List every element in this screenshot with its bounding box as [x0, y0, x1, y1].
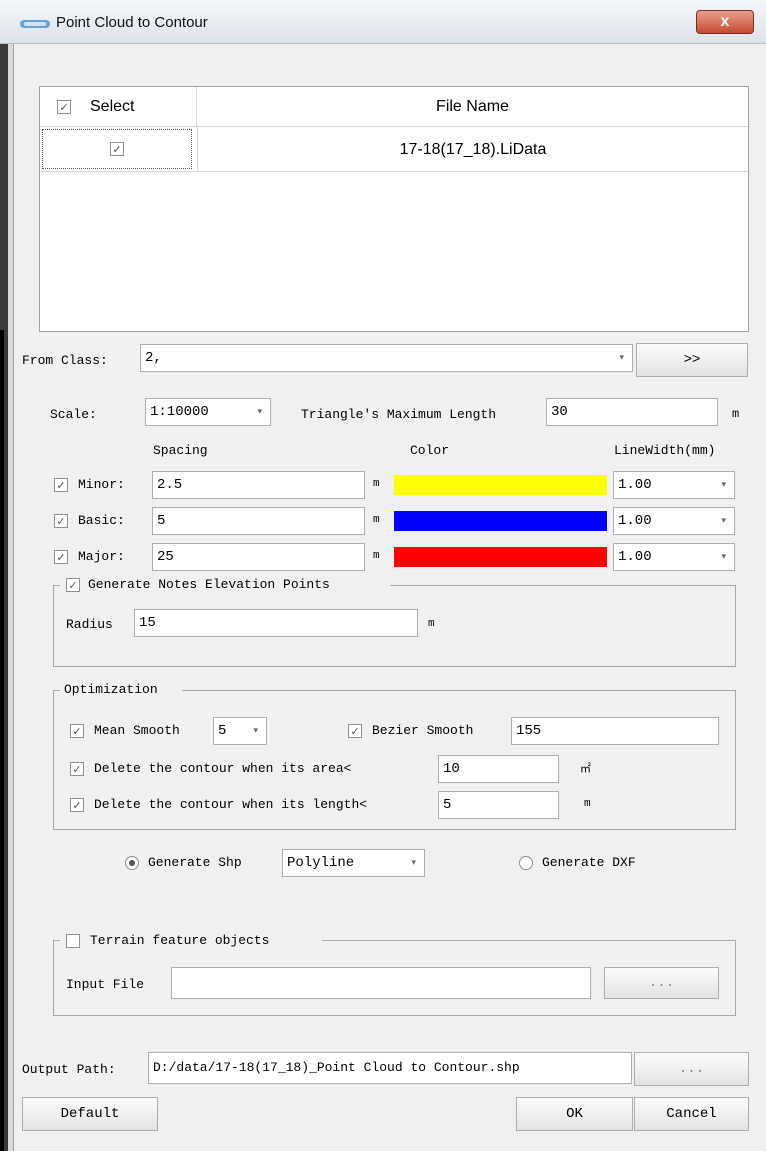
basic-unit: m	[373, 514, 380, 526]
output-path-label: Output Path:	[22, 1062, 116, 1077]
input-file-label: Input File	[66, 977, 145, 992]
default-button[interactable]: Default	[22, 1097, 158, 1131]
input-file-browse-button[interactable]: ...	[604, 967, 719, 999]
chevron-down-icon: ▾	[257, 407, 262, 417]
minor-linewidth-combo[interactable]: 1.00 ▾	[613, 471, 735, 499]
terrain-checkbox[interactable]	[66, 934, 80, 948]
row-select-cell[interactable]: ✓	[42, 129, 192, 169]
radius-label: Radius	[66, 617, 113, 632]
chevron-down-icon: ▾	[721, 480, 726, 490]
scale-label: Scale:	[50, 407, 97, 422]
mean-smooth-combo[interactable]: 5 ▾	[213, 717, 267, 745]
scale-combo[interactable]: 1:10000 ▾	[145, 398, 271, 426]
major-spacing-input[interactable]: 25	[152, 543, 365, 571]
minor-linewidth-value: 1.00	[618, 477, 652, 493]
select-all-checkbox[interactable]: ✓	[57, 100, 71, 114]
bezier-smooth-input[interactable]: 155	[511, 717, 719, 745]
basic-color-swatch[interactable]	[394, 511, 607, 531]
chevron-down-icon: ▾	[411, 858, 416, 868]
major-label: Major:	[78, 549, 125, 564]
generate-shp-label: Generate Shp	[148, 855, 242, 870]
generate-shp-radio[interactable]	[125, 856, 139, 870]
from-class-label: From Class:	[22, 353, 108, 368]
delete-area-label: Delete the contour when its area<	[94, 761, 352, 776]
max-length-unit: m	[732, 407, 740, 421]
row-file-name: 17-18(17_18).LiData	[197, 127, 748, 172]
output-path-input[interactable]: D:/data/17-18(17_18)_Point Cloud to Cont…	[148, 1052, 632, 1084]
major-linewidth-value: 1.00	[618, 549, 652, 565]
from-class-add-button[interactable]: >>	[636, 343, 748, 377]
minor-unit: m	[373, 478, 380, 490]
delete-area-checkbox[interactable]: ✓	[70, 762, 84, 776]
from-class-value: 2,	[145, 350, 162, 366]
output-browse-button[interactable]: ...	[634, 1052, 749, 1086]
window-edge-dark	[0, 330, 4, 1151]
bezier-smooth-checkbox[interactable]: ✓	[348, 724, 362, 738]
mean-smooth-checkbox[interactable]: ✓	[70, 724, 84, 738]
basic-checkbox[interactable]: ✓	[54, 514, 68, 528]
terrain-title: Terrain feature objects	[90, 933, 270, 948]
basic-linewidth-combo[interactable]: 1.00 ▾	[613, 507, 735, 535]
optimization-title: Optimization	[64, 682, 158, 697]
major-unit: m	[373, 550, 380, 562]
notes-title: Generate Notes Elevation Points	[88, 577, 330, 592]
length-unit: m	[584, 798, 591, 810]
app-icon	[20, 20, 50, 28]
radius-unit: m	[428, 618, 435, 630]
minor-checkbox[interactable]: ✓	[54, 478, 68, 492]
close-button[interactable]: x	[696, 10, 754, 34]
select-header-label: Select	[90, 98, 135, 115]
minor-spacing-input[interactable]: 2.5	[152, 471, 365, 499]
window-title: Point Cloud to Contour	[56, 14, 208, 31]
file-name-header[interactable]: File Name	[197, 87, 748, 127]
spacing-header: Spacing	[153, 443, 208, 458]
shp-type-combo[interactable]: Polyline ▾	[282, 849, 425, 877]
linewidth-header: LineWidth(mm)	[614, 443, 716, 458]
chevron-down-icon: ▾	[253, 726, 258, 736]
basic-label: Basic:	[78, 513, 125, 528]
delete-length-label: Delete the contour when its length<	[94, 797, 368, 812]
chevron-down-icon: ▾	[619, 353, 624, 363]
mean-smooth-label: Mean Smooth	[94, 723, 180, 738]
max-length-input[interactable]: 30	[546, 398, 718, 426]
window-edge-inner	[8, 44, 14, 1151]
grid-header: ✓ Select File Name	[40, 87, 748, 127]
minor-color-swatch[interactable]	[394, 475, 607, 495]
ok-button[interactable]: OK	[516, 1097, 633, 1131]
color-header: Color	[410, 443, 450, 458]
bezier-smooth-label: Bezier Smooth	[372, 723, 474, 738]
max-length-label: Triangle's Maximum Length	[301, 407, 497, 422]
shp-type-value: Polyline	[287, 855, 355, 871]
delete-area-input[interactable]: 10	[438, 755, 559, 783]
basic-linewidth-value: 1.00	[618, 513, 652, 529]
notes-checkbox[interactable]: ✓	[66, 578, 80, 592]
file-grid: ✓ Select File Name ✓ 17-18(17_18).LiData	[39, 86, 749, 332]
basic-spacing-input[interactable]: 5	[152, 507, 365, 535]
mean-smooth-value: 5	[218, 723, 227, 739]
from-class-combo[interactable]: 2, ▾	[140, 344, 633, 372]
major-linewidth-combo[interactable]: 1.00 ▾	[613, 543, 735, 571]
chevron-down-icon: ▾	[721, 516, 726, 526]
cancel-button[interactable]: Cancel	[634, 1097, 749, 1131]
area-unit: ㎡	[580, 764, 591, 776]
minor-label: Minor:	[78, 477, 125, 492]
table-row[interactable]: ✓ 17-18(17_18).LiData	[40, 127, 748, 172]
major-checkbox[interactable]: ✓	[54, 550, 68, 564]
major-color-swatch[interactable]	[394, 547, 607, 567]
select-column-header[interactable]: ✓ Select	[40, 87, 197, 127]
delete-length-checkbox[interactable]: ✓	[70, 798, 84, 812]
chevron-down-icon: ▾	[721, 552, 726, 562]
generate-dxf-label: Generate DXF	[542, 855, 636, 870]
delete-length-input[interactable]: 5	[438, 791, 559, 819]
generate-dxf-radio[interactable]	[519, 856, 533, 870]
scale-value: 1:10000	[150, 404, 209, 420]
radius-input[interactable]: 15	[134, 609, 418, 637]
row-checkbox[interactable]: ✓	[110, 142, 124, 156]
input-file-field[interactable]	[171, 967, 591, 999]
